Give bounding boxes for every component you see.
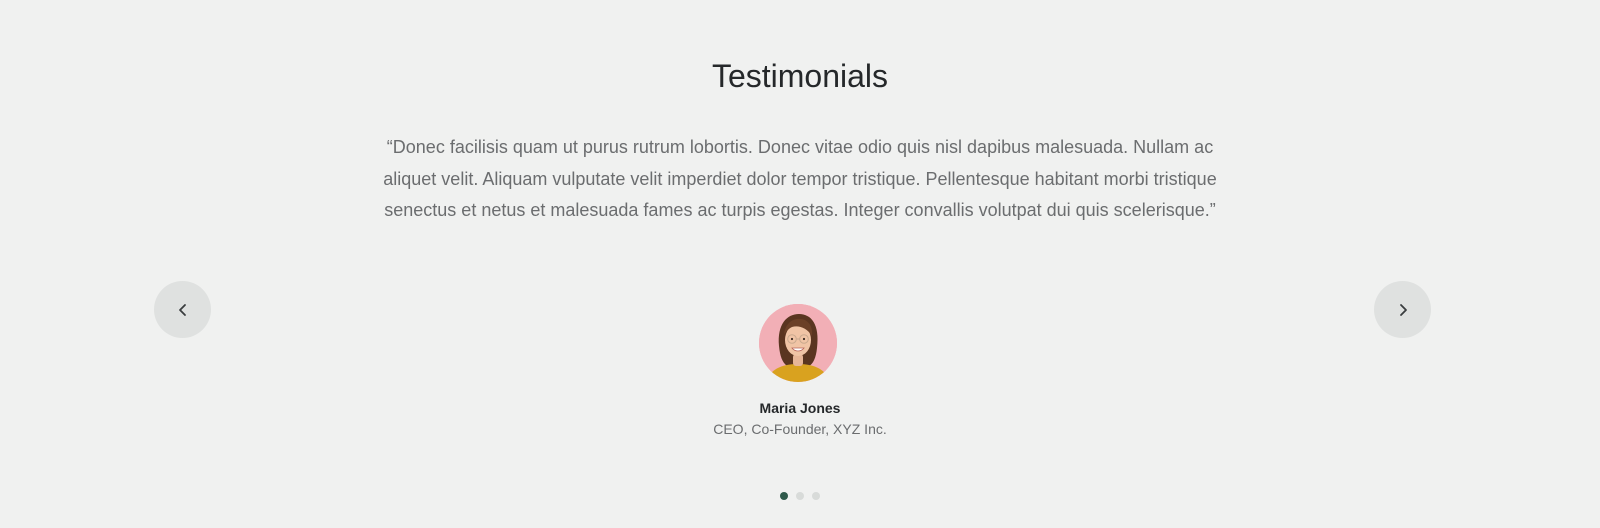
testimonial-quote: “Donec facilisis quam ut purus rutrum lo…: [383, 137, 1217, 220]
pagination-dot-3[interactable]: [812, 492, 820, 500]
previous-slide-button[interactable]: [154, 281, 211, 338]
section-title: Testimonials: [711, 58, 889, 94]
chevron-left-icon: [176, 303, 190, 317]
carousel-pagination: [0, 492, 1600, 500]
chevron-right-icon: [1396, 303, 1410, 317]
avatar: [759, 304, 837, 382]
author-role: CEO, Co-Founder, XYZ Inc.: [713, 421, 887, 437]
pagination-dot-1[interactable]: [780, 492, 788, 500]
testimonials-section: Testimonials “Donec facilisis quam ut pu…: [0, 0, 1600, 528]
pagination-dot-2[interactable]: [796, 492, 804, 500]
next-slide-button[interactable]: [1374, 281, 1431, 338]
author-name: Maria Jones: [759, 400, 841, 416]
